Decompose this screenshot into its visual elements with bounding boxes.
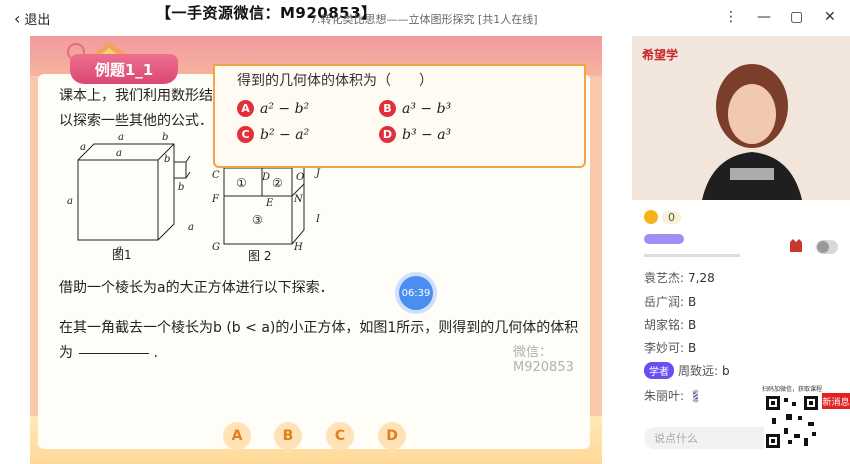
fig2-label-F: F [211,194,220,205]
answer-button-d[interactable]: D [378,422,406,450]
option-c[interactable]: C b² − a² [237,126,309,143]
option-c-text: b² − a² [260,126,310,143]
fig1-label-b-3: b [178,182,184,193]
fig1-label-a-right: a [188,222,194,233]
qr-code-icon [764,394,820,450]
teacher-only-toggle[interactable] [786,238,838,256]
chat-text-3: B [688,317,697,332]
user-tag [644,234,684,244]
chat-message-3: 胡家铭: B [644,316,696,333]
option-d-text: b³ − a³ [402,126,452,143]
chat-name-1: 袁艺杰: [644,271,685,285]
qr-caption: 扫码加微信，获取课程 [762,386,823,393]
fig1-label-a-left: a [67,196,73,207]
option-c-letter: C [237,126,254,143]
fig1-label-a-depth: a [80,142,86,153]
chat-message-6: 朱丽叶: 💈 [644,387,703,404]
fig1-label-b-2: b [164,154,170,165]
course-title: 7.转化类比思想——立体图形探究 [共1人在线] [310,11,538,27]
role-badge: 学者 [644,362,674,379]
fig2-label-J: J [314,168,321,179]
chevron-left-icon: ‹ [14,8,21,28]
chat-name-6: 朱丽叶: [644,389,685,403]
teacher-avatar [702,64,802,200]
figure-2-caption: 图 2 [248,249,272,263]
chat-message-2: 岳广润: B [644,293,696,310]
app-window: ‹ 退出 【一手资源微信：M920853】 7.转化类比思想——立体图形探究 [… [0,0,850,464]
intro-line-2: 以探索一些其他的公式． [59,113,213,129]
chat-text-6: 💈 [688,388,703,403]
fig2-label-D: D [261,172,270,183]
chat-message-5: 学者 周致远: b [644,362,730,379]
chat-message-1: 袁艺杰: 7,28 [644,269,715,286]
coin-value: 0 [662,210,681,224]
fig2-label-I: I [315,214,321,225]
course-name: 7.转化类比思想——立体图形探究 [310,13,475,26]
online-count: [共1人在线] [478,13,538,26]
chat-text-2: B [688,294,697,309]
paragraph-3: 为 . [59,345,158,361]
chat-input[interactable]: 说点什么 [644,427,784,449]
fig2-region-2: ② [272,176,283,190]
chat-name-3: 胡家铭: [644,318,685,332]
answer-button-b[interactable]: B [274,422,302,450]
example-badge: 例题1_1 [70,54,178,84]
lesson-stage: 例题1_1 课本上，我们利用数形结合 以探索一些其他的公式． a a a a a… [30,36,602,464]
chat-text-4: B [688,340,697,355]
answer-blank [79,352,149,354]
option-b-letter: B [379,100,396,117]
chat-name-2: 岳广润: [644,295,685,309]
fig1-label-a-back: a [118,132,124,143]
chat-text-5: b [722,363,730,378]
minimize-icon[interactable]: — [757,9,771,25]
coin-icon [644,210,658,224]
back-button[interactable]: ‹ 退出 [14,9,50,28]
back-label: 退出 [24,13,51,28]
chat-text-1: 7,28 [688,270,715,285]
top-bar: ‹ 退出 【一手资源微信：M920853】 7.转化类比思想——立体图形探究 [… [0,0,850,36]
option-d[interactable]: D b³ − a³ [379,126,451,143]
paragraph-2: 在其一角截去一个棱长为b (b < a)的小正方体，如图1所示，则得到的几何体的… [59,320,579,336]
popup-question: 得到的几何体的体积为（ ） [237,73,433,89]
fig2-label-N: N [293,194,304,205]
figure-1-caption: 图1 [112,248,132,262]
chat-name-5: 周致远: [678,364,719,378]
countdown-timer: 06:39 [399,276,433,310]
divider [644,254,740,257]
teacher-video: 希望学 [632,36,850,200]
option-a-letter: A [237,100,254,117]
fig2-label-G: G [212,242,220,252]
new-message-button[interactable]: 新消息 [822,393,850,409]
fig2-region-3: ③ [252,213,263,227]
quiz-popup: 得到的几何体的体积为（ ） A a² − b² B a³ − b³ C b² −… [213,64,586,168]
fig2-label-H: H [293,242,303,252]
fig2-label-C: C [212,170,220,181]
watermark-middle: 微信：M920853 [513,345,574,375]
paragraph-3-text: 为 [59,345,73,361]
fig1-label-a-top: a [116,148,122,159]
answer-button-a[interactable]: A [223,422,251,450]
fig2-label-E: E [265,198,274,209]
fig2-label-O: O [296,172,304,183]
more-menu-icon[interactable]: ⋮ [724,9,738,25]
option-b-text: a³ − b³ [402,100,452,117]
maximize-icon[interactable]: ▢ [790,9,803,25]
chat-message-4: 李妙可: B [644,339,696,356]
intro-line-1: 课本上，我们利用数形结合 [59,88,227,104]
option-b[interactable]: B a³ − b³ [379,100,451,117]
chat-name-4: 李妙可: [644,341,685,355]
close-icon[interactable]: ✕ [824,9,836,25]
fig1-label-b-1: b [162,132,168,143]
option-a[interactable]: A a² − b² [237,100,309,117]
coin-counter: 0 [644,210,681,224]
option-a-text: a² − b² [260,100,310,117]
figure-1-cube: a a a a a a b b b [67,132,194,255]
answer-button-c[interactable]: C [326,422,354,450]
fig2-region-1: ① [236,176,247,190]
paragraph-1: 借助一个棱长为a的大正方体进行以下探索． [59,280,334,296]
option-d-letter: D [379,126,396,143]
video-logo: 希望学 [642,48,679,62]
